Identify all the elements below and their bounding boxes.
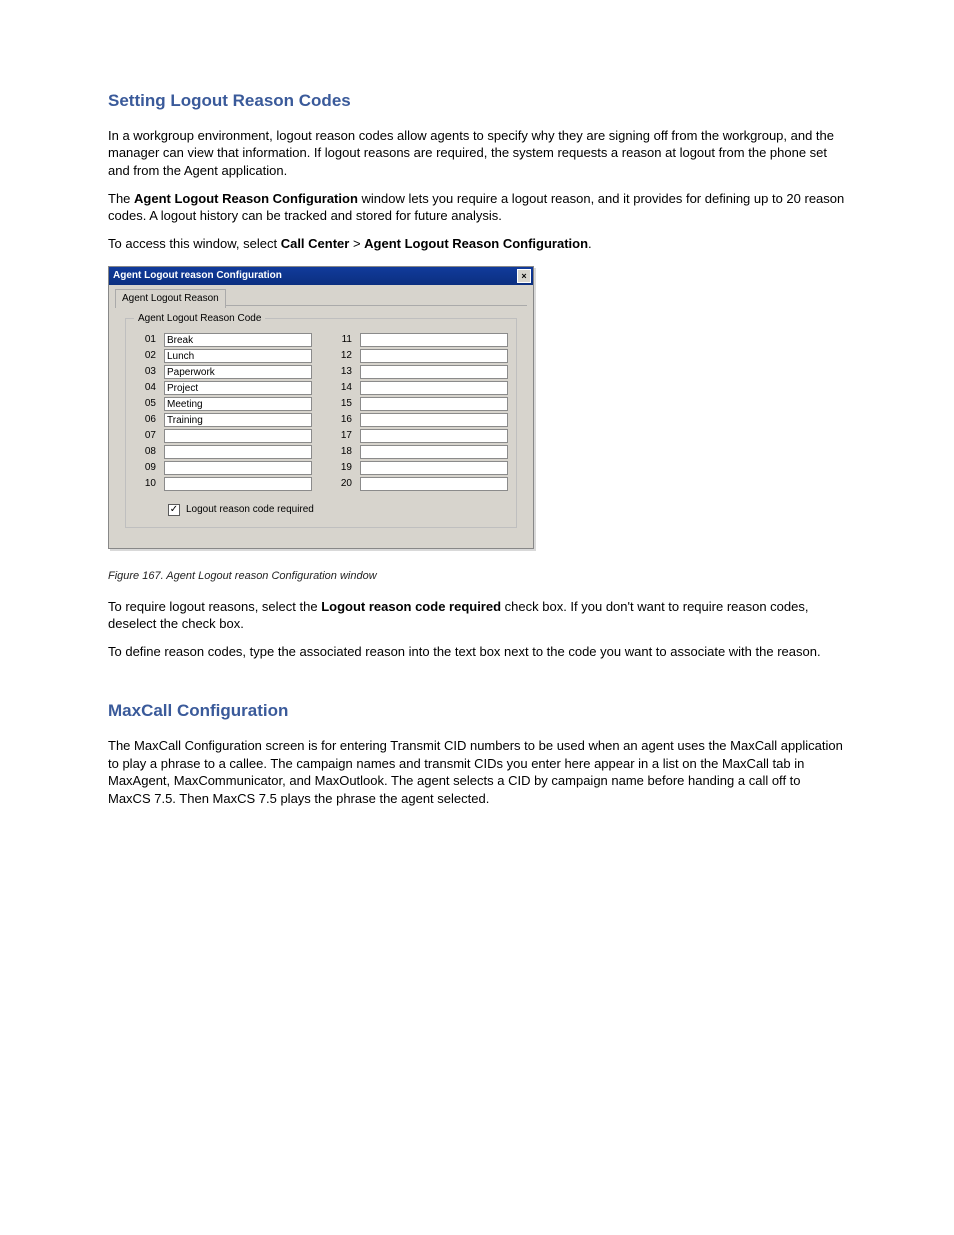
reason-input[interactable] [164,461,312,475]
tab-panel: Agent Logout Reason Code 01 02 03 04 05 … [115,305,527,542]
reason-row: 12 [330,349,508,363]
section-heading-maxcall: MaxCall Configuration [108,700,846,723]
reason-input[interactable] [360,445,508,459]
paragraph: The Agent Logout Reason Configuration wi… [108,190,846,225]
section-heading-logout: Setting Logout Reason Codes [108,90,846,113]
reason-number: 02 [134,349,156,363]
reason-input[interactable] [360,461,508,475]
dialog-window: Agent Logout reason Configuration × Agen… [108,266,534,549]
reason-input[interactable] [360,413,508,427]
reason-input[interactable] [164,365,312,379]
reason-col-left: 01 02 03 04 05 06 07 08 09 10 [134,331,312,493]
reason-input[interactable] [164,381,312,395]
reason-row: 09 [134,461,312,475]
text: The [108,191,134,206]
reason-row: 19 [330,461,508,475]
paragraph: To define reason codes, type the associa… [108,643,846,661]
reason-number: 08 [134,445,156,459]
reason-input[interactable] [360,333,508,347]
reason-number: 18 [330,445,352,459]
reason-row: 04 [134,381,312,395]
close-icon[interactable]: × [517,269,531,283]
text: To require logout reasons, select the [108,599,321,614]
paragraph: The MaxCall Configuration screen is for … [108,737,846,807]
reason-row: 11 [330,333,508,347]
reason-number: 09 [134,461,156,475]
logout-required-checkbox[interactable]: ✓ [168,504,180,516]
reason-number: 13 [330,365,352,379]
reason-row: 17 [330,429,508,443]
reason-number: 14 [330,381,352,395]
window-name: Agent Logout Reason Configuration [134,191,358,206]
menu-path-root: Call Center [281,236,350,251]
text: To access this window, select [108,236,281,251]
reason-input[interactable] [164,429,312,443]
tab-strip: Agent Logout Reason [109,285,533,305]
reason-row: 10 [134,477,312,491]
reason-row: 02 [134,349,312,363]
reason-input[interactable] [164,397,312,411]
reason-row: 14 [330,381,508,395]
reason-input[interactable] [360,381,508,395]
reason-row: 18 [330,445,508,459]
reason-number: 07 [134,429,156,443]
reason-number: 06 [134,413,156,427]
reason-number: 03 [134,365,156,379]
ui-label: Logout reason code required [321,599,501,614]
reason-number: 04 [134,381,156,395]
fieldset-legend: Agent Logout Reason Code [134,312,265,326]
title-bar: Agent Logout reason Configuration × [109,267,533,285]
reason-input[interactable] [360,365,508,379]
reason-number: 16 [330,413,352,427]
reason-input[interactable] [360,397,508,411]
reason-row: 03 [134,365,312,379]
reason-input[interactable] [360,349,508,363]
reason-number: 20 [330,477,352,491]
menu-path-item: Agent Logout Reason Configuration [364,236,588,251]
reason-input[interactable] [164,349,312,363]
reason-number: 10 [134,477,156,491]
reason-input[interactable] [164,445,312,459]
reason-number: 17 [330,429,352,443]
text: . [588,236,592,251]
reason-number: 05 [134,397,156,411]
paragraph: To require logout reasons, select the Lo… [108,598,846,633]
reason-col-right: 11 12 13 14 15 16 17 18 19 20 [330,331,508,493]
reason-row: 16 [330,413,508,427]
reason-row: 01 [134,333,312,347]
tab-agent-logout-reason[interactable]: Agent Logout Reason [115,289,226,308]
reason-number: 12 [330,349,352,363]
reason-row: 05 [134,397,312,411]
window-title: Agent Logout reason Configuration [113,269,282,283]
paragraph: To access this window, select Call Cente… [108,235,846,253]
paragraph: In a workgroup environment, logout reaso… [108,127,846,180]
reason-input[interactable] [164,413,312,427]
reason-number: 19 [330,461,352,475]
reason-number: 11 [330,333,352,347]
figure-caption: Figure 167. Agent Logout reason Configur… [108,569,846,584]
reason-input[interactable] [360,477,508,491]
reason-row: 13 [330,365,508,379]
reason-code-group: Agent Logout Reason Code 01 02 03 04 05 … [125,318,517,528]
reason-number: 01 [134,333,156,347]
reason-row: 07 [134,429,312,443]
reason-row: 15 [330,397,508,411]
reason-input[interactable] [164,477,312,491]
reason-input[interactable] [360,429,508,443]
reason-row: 08 [134,445,312,459]
text: > [349,236,364,251]
reason-row: 20 [330,477,508,491]
reason-row: 06 [134,413,312,427]
reason-input[interactable] [164,333,312,347]
checkbox-label: Logout reason code required [186,503,314,517]
reason-number: 15 [330,397,352,411]
